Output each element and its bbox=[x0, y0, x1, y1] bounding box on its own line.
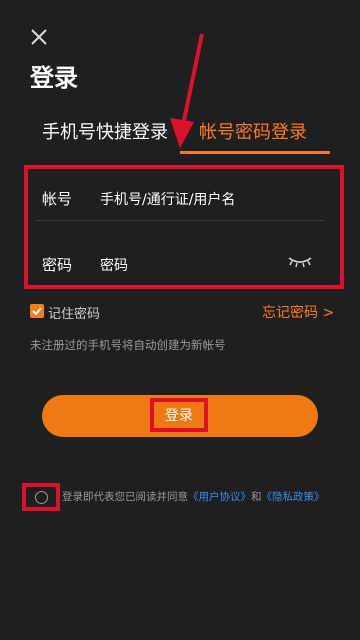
privacy-policy-link[interactable]: 《隐私政策》 bbox=[262, 491, 325, 503]
agreement-and: 和 bbox=[251, 491, 262, 503]
forgot-password-link[interactable]: 忘记密码 > bbox=[262, 302, 334, 322]
close-icon bbox=[31, 29, 47, 45]
check-icon bbox=[32, 307, 42, 316]
active-tab-indicator bbox=[180, 151, 330, 154]
password-input[interactable]: 密码 bbox=[100, 255, 128, 275]
auto-register-hint: 未注册过的手机号将自动创建为新帐号 bbox=[30, 338, 226, 352]
agreement-text: 登录即代表您已阅读并同意《用户协议》和《隐私政策》 bbox=[62, 489, 325, 504]
account-input[interactable]: 手机号/通行证/用户名 bbox=[100, 189, 235, 209]
user-agreement-link[interactable]: 《用户协议》 bbox=[188, 491, 251, 503]
tab-password-login[interactable]: 帐号密码登录 bbox=[199, 118, 307, 144]
eye-closed-icon[interactable] bbox=[287, 254, 313, 268]
remember-password-checkbox[interactable] bbox=[30, 304, 44, 318]
annotation-box-login[interactable]: 登录 bbox=[150, 398, 208, 432]
annotation-box-agree[interactable] bbox=[22, 483, 60, 511]
field-divider bbox=[36, 220, 324, 221]
page-title: 登录 bbox=[30, 64, 78, 92]
tab-phone-login[interactable]: 手机号快捷登录 bbox=[42, 118, 168, 144]
agreement-radio[interactable] bbox=[34, 490, 48, 504]
close-button[interactable] bbox=[26, 24, 52, 50]
login-button-label: 登录 bbox=[165, 408, 193, 424]
account-label: 帐号 bbox=[42, 190, 73, 208]
password-label: 密码 bbox=[42, 256, 73, 274]
remember-password-label[interactable]: 记住密码 bbox=[48, 303, 100, 322]
agreement-prefix: 登录即代表您已阅读并同意 bbox=[62, 491, 188, 503]
